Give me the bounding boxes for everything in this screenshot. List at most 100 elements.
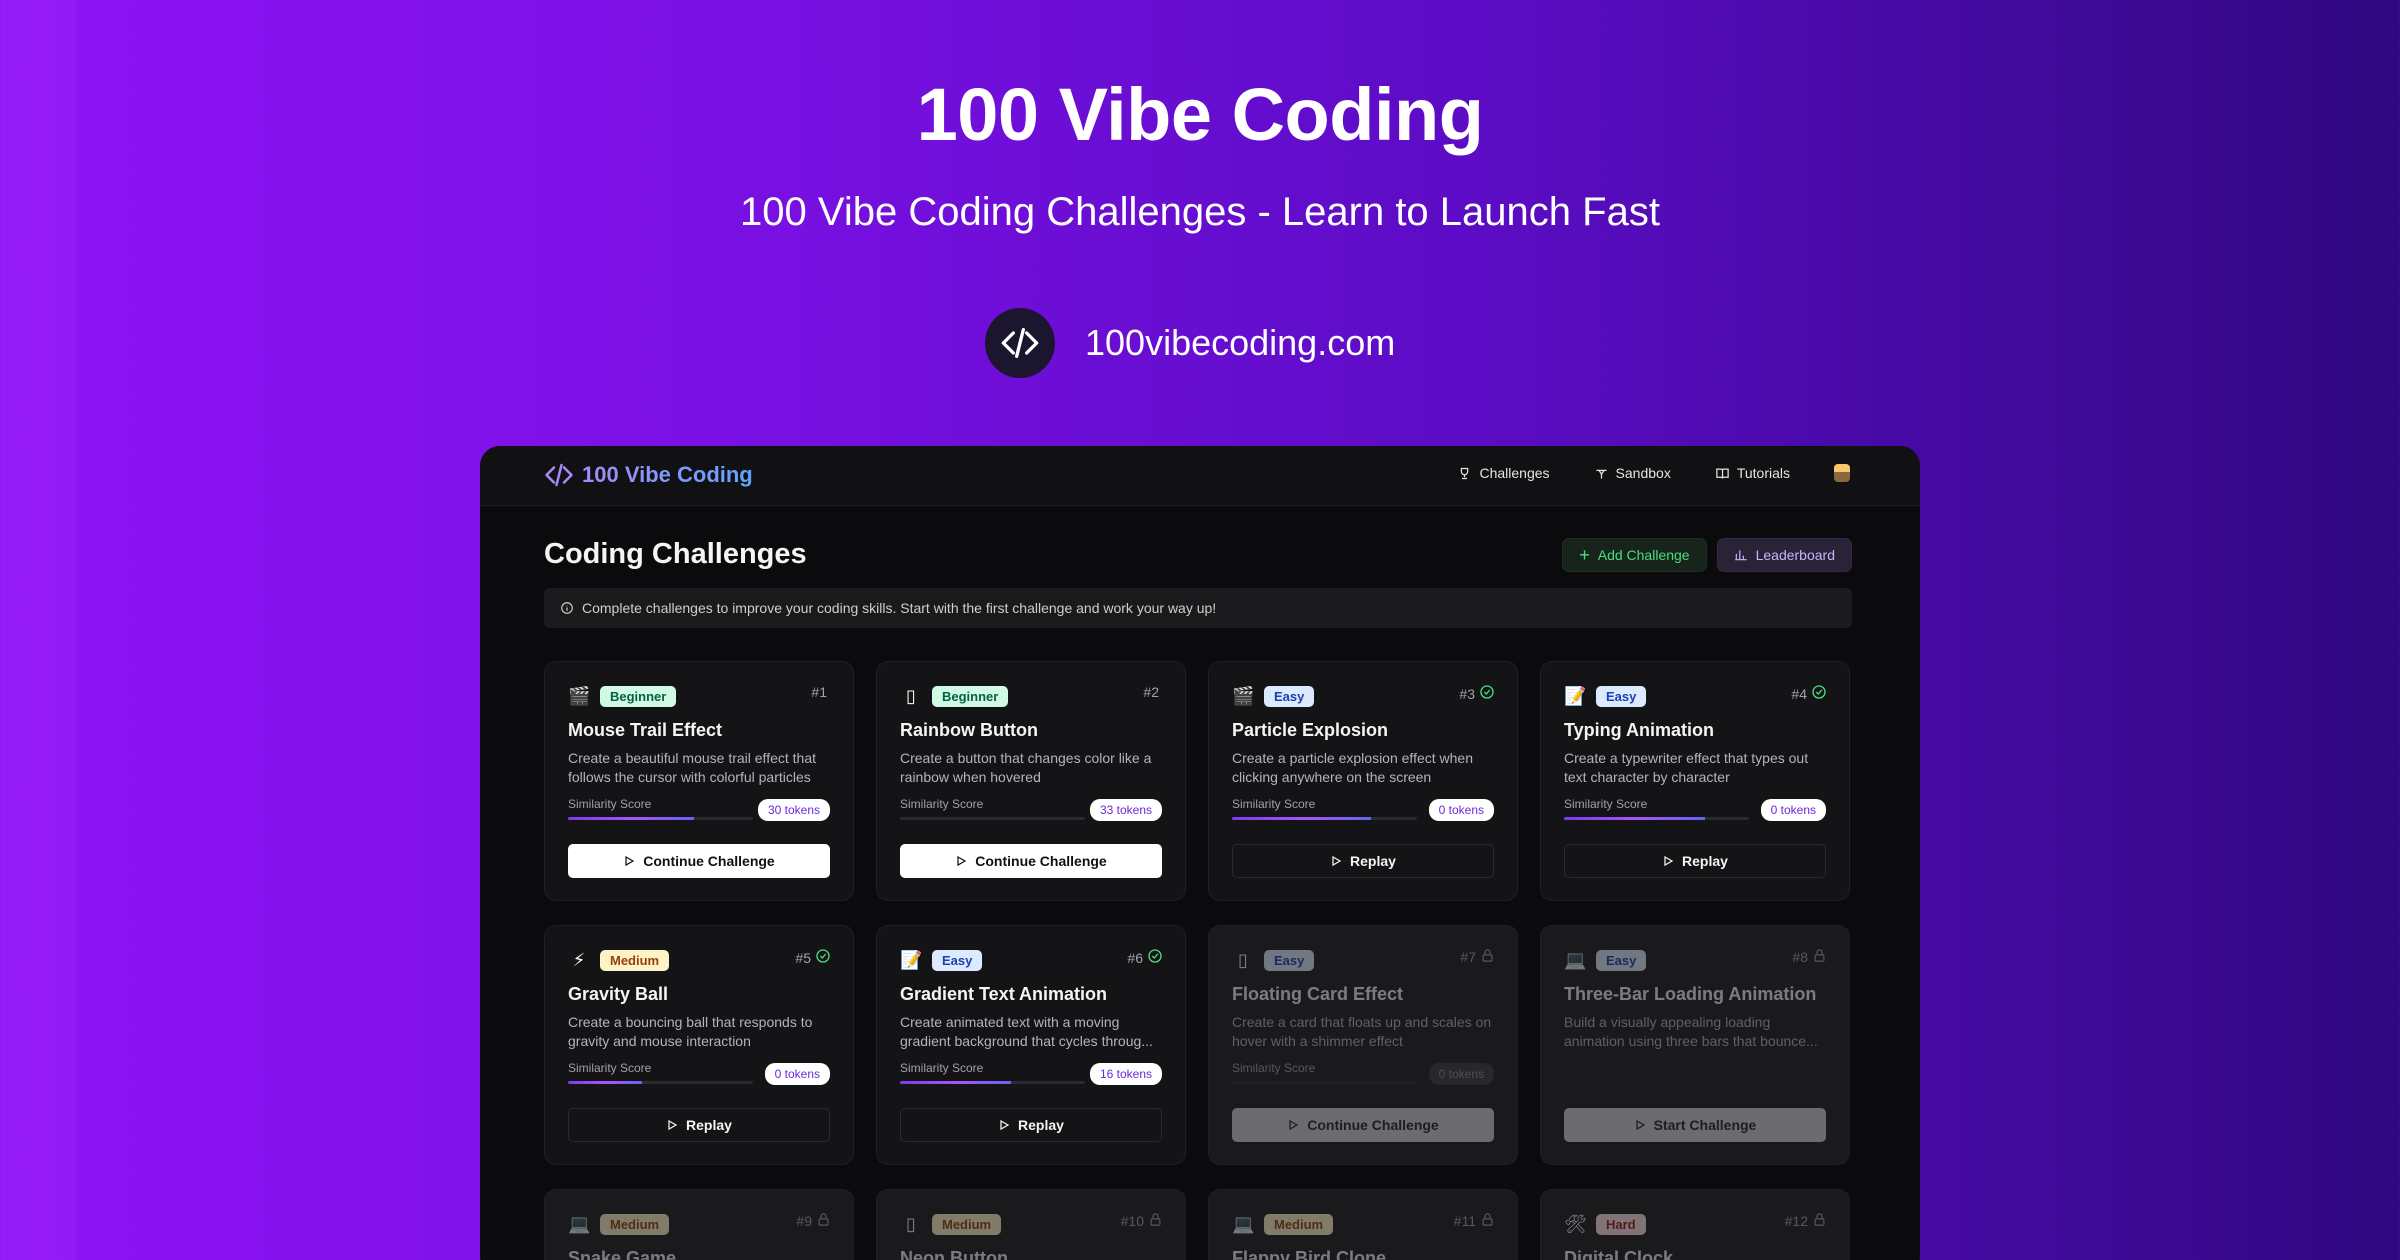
- app-navbar: 100 Vibe Coding Challenges Sandbox Tutor…: [480, 446, 1920, 506]
- lock-icon: [818, 1213, 829, 1226]
- challenge-card-10[interactable]: ▯ Medium #10 Neon Button: [876, 1189, 1186, 1260]
- page-title: Coding Challenges: [544, 538, 807, 570]
- user-avatar[interactable]: [1834, 464, 1850, 482]
- challenge-emoji-icon: 📝: [900, 949, 923, 970]
- nav-challenges-label: Challenges: [1479, 465, 1550, 481]
- similarity-progress-bar: [900, 1081, 1085, 1084]
- play-icon: [668, 1119, 678, 1131]
- challenge-card-3[interactable]: 🎬 Easy #3 Particle Explosion Create a pa…: [1208, 661, 1518, 901]
- lock-icon: [1814, 1213, 1825, 1226]
- challenge-title: Gravity Ball: [568, 984, 669, 1004]
- challenge-action-button[interactable]: Replay: [900, 1108, 1162, 1142]
- nav-sandbox-label: Sandbox: [1615, 465, 1671, 481]
- brand-logo[interactable]: 100 Vibe Coding: [544, 460, 753, 490]
- challenge-title: Mouse Trail Effect: [568, 720, 723, 740]
- nav-challenges[interactable]: Challenges: [1457, 465, 1550, 481]
- challenge-card-9[interactable]: 💻 Medium #9 Snake Game: [544, 1189, 854, 1260]
- similarity-score-label: Similarity Score: [1232, 1061, 1316, 1075]
- challenge-title: Flappy Bird Clone: [1232, 1248, 1387, 1260]
- challenge-card-12[interactable]: 🛠 Hard #12 Digital Clock: [1540, 1189, 1850, 1260]
- leaderboard-button[interactable]: Leaderboard: [1716, 538, 1852, 572]
- challenge-action-button[interactable]: Replay: [1564, 844, 1826, 878]
- add-challenge-button[interactable]: + Add Challenge: [1562, 538, 1707, 572]
- similarity-score-label: Similarity Score: [900, 1061, 984, 1075]
- challenge-card-2[interactable]: ▯ Beginner #2 Rainbow Button Create a bu…: [876, 661, 1186, 901]
- challenge-description: Create a card that floats up and scales …: [1232, 1014, 1492, 1049]
- challenge-card-1[interactable]: 🎬 Beginner #1 Mouse Trail Effect Create …: [544, 661, 854, 901]
- challenge-number: #4: [1791, 684, 1827, 703]
- challenge-action-label: Replay: [1018, 1117, 1064, 1133]
- sandbox-icon: [1596, 469, 1607, 478]
- challenge-number: #6: [1127, 948, 1163, 967]
- challenge-number: #2: [1143, 684, 1159, 700]
- challenge-emoji-icon: ▯: [1238, 949, 1248, 970]
- difficulty-badge: Easy: [1264, 685, 1315, 707]
- challenge-description: Create a button that changes color like …: [900, 750, 1152, 785]
- difficulty-badge: Medium: [932, 1213, 1002, 1235]
- similarity-score-label: Similarity Score: [1564, 797, 1648, 811]
- challenge-action-label: Continue Challenge: [643, 853, 775, 869]
- app-window: 100 Vibe Coding Challenges Sandbox Tutor…: [480, 446, 1920, 1260]
- challenge-number: #5: [795, 948, 831, 967]
- challenge-title: Gradient Text Animation: [900, 984, 1108, 1004]
- challenge-description: Create a particle explosion effect when …: [1232, 750, 1473, 785]
- info-banner: Complete challenges to improve your codi…: [544, 588, 1852, 628]
- add-challenge-label: Add Challenge: [1597, 547, 1690, 563]
- challenge-number: #1: [811, 684, 827, 700]
- challenge-card-7[interactable]: ▯ Easy #7 Floating Card Effect Create a …: [1208, 925, 1518, 1165]
- challenge-card-11[interactable]: 💻 Medium #11 Flappy Bird Clone: [1208, 1189, 1518, 1260]
- challenge-action-button[interactable]: Continue Challenge: [900, 844, 1162, 878]
- challenge-action-button[interactable]: Replay: [1232, 844, 1494, 878]
- challenge-action-button[interactable]: Start Challenge: [1564, 1108, 1826, 1142]
- challenge-card-8[interactable]: 💻 Easy #8 Three-Bar Loading Animation Bu…: [1540, 925, 1850, 1165]
- challenge-title: Three-Bar Loading Animation: [1564, 984, 1817, 1004]
- challenge-action-button[interactable]: Replay: [568, 1108, 830, 1142]
- lock-icon: [1482, 949, 1493, 962]
- domain-link[interactable]: 100vibecoding.com: [1085, 322, 1395, 364]
- lock-icon: [1150, 1213, 1161, 1226]
- challenge-emoji-icon: 📝: [1564, 685, 1587, 706]
- difficulty-badge: Beginner: [600, 685, 677, 707]
- challenge-description: Create a bouncing ball that responds to …: [568, 1014, 813, 1049]
- challenge-action-button[interactable]: Continue Challenge: [568, 844, 830, 878]
- challenge-number: #12: [1785, 1212, 1827, 1230]
- difficulty-badge: Easy: [1264, 949, 1315, 971]
- token-count-badge: 0 tokens: [1428, 1063, 1494, 1085]
- challenge-emoji-icon: 💻: [1564, 949, 1587, 970]
- challenge-number: #3: [1459, 684, 1495, 703]
- challenge-title: Snake Game: [568, 1248, 677, 1260]
- play-icon: [625, 855, 635, 867]
- challenge-emoji-icon: 💻: [1232, 1213, 1255, 1234]
- difficulty-badge: Easy: [932, 949, 983, 971]
- challenge-number: #10: [1121, 1212, 1163, 1230]
- challenge-title: Floating Card Effect: [1232, 984, 1404, 1004]
- top-actions: + Add Challenge Leaderboard: [1562, 538, 1852, 572]
- similarity-progress-bar: [900, 817, 1085, 820]
- play-icon: [1332, 855, 1342, 867]
- challenge-action-label: Replay: [1350, 853, 1396, 869]
- similarity-score-label: Similarity Score: [568, 1061, 652, 1075]
- similarity-score: Similarity Score 33 tokens: [900, 797, 1162, 829]
- hero-title: 100 Vibe Coding: [916, 73, 1484, 156]
- similarity-score: Similarity Score 0 tokens: [1232, 797, 1494, 829]
- challenge-emoji-icon: ▯: [906, 685, 916, 706]
- similarity-score: Similarity Score 0 tokens: [1232, 1061, 1494, 1093]
- challenge-title: Rainbow Button: [900, 720, 1038, 740]
- nav-sandbox[interactable]: Sandbox: [1594, 465, 1671, 481]
- challenge-action-button[interactable]: Continue Challenge: [1232, 1108, 1494, 1142]
- challenge-description: Build a visually appealing loading anima…: [1564, 1014, 1818, 1049]
- token-count-badge: 0 tokens: [1760, 799, 1826, 821]
- challenge-card-4[interactable]: 📝 Easy #4 Typing Animation Create a type…: [1540, 661, 1850, 901]
- check-circle-icon: [1812, 685, 1826, 699]
- hero-section: 100 Vibe Coding 100 Vibe Coding Challeng…: [0, 0, 2400, 440]
- challenge-action-label: Continue Challenge: [1307, 1117, 1439, 1133]
- challenge-card-5[interactable]: ⚡ Medium #5 Gravity Ball Create a bounci…: [544, 925, 854, 1165]
- challenge-action-label: Replay: [686, 1117, 732, 1133]
- challenge-card-6[interactable]: 📝 Easy #6 Gradient Text Animation Create…: [876, 925, 1186, 1165]
- play-icon: [957, 855, 967, 867]
- nav-tutorials-label: Tutorials: [1736, 465, 1790, 481]
- difficulty-badge: Hard: [1596, 1213, 1646, 1235]
- nav-tutorials[interactable]: Tutorials: [1715, 465, 1790, 481]
- challenge-title: Typing Animation: [1564, 720, 1714, 740]
- challenge-emoji-icon: ⚡: [572, 949, 586, 970]
